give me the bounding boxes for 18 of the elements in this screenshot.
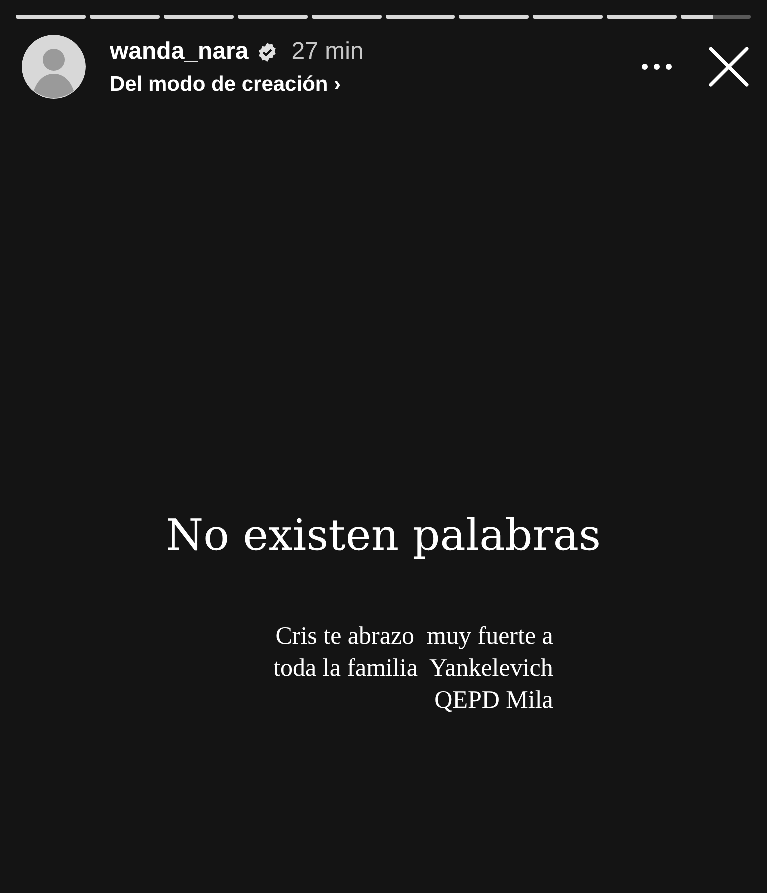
progress-segment: [386, 15, 456, 19]
progress-segment: [90, 15, 160, 19]
progress-segment: [607, 15, 678, 19]
progress-segment: [16, 15, 86, 19]
username[interactable]: wanda_nara: [110, 37, 249, 67]
story-heading: No existen palabras: [166, 510, 602, 563]
progress-segment: [312, 15, 382, 19]
progress-segment: [681, 15, 752, 19]
progress-segment: [238, 15, 308, 19]
close-icon[interactable]: [709, 47, 749, 87]
story-caption: Cris te abrazo muy fuerte a toda la familia Yankelevich QEPD Mila: [274, 622, 554, 716]
subtitle-link[interactable]: Del modo de creación ›: [110, 70, 342, 100]
more-icon[interactable]: [641, 63, 673, 71]
progress-segment: [459, 15, 530, 19]
post-time: 27 min: [292, 37, 364, 67]
avatar-icon[interactable]: [22, 35, 86, 99]
progress-segment: [164, 15, 234, 19]
progress-segment: [533, 15, 604, 19]
